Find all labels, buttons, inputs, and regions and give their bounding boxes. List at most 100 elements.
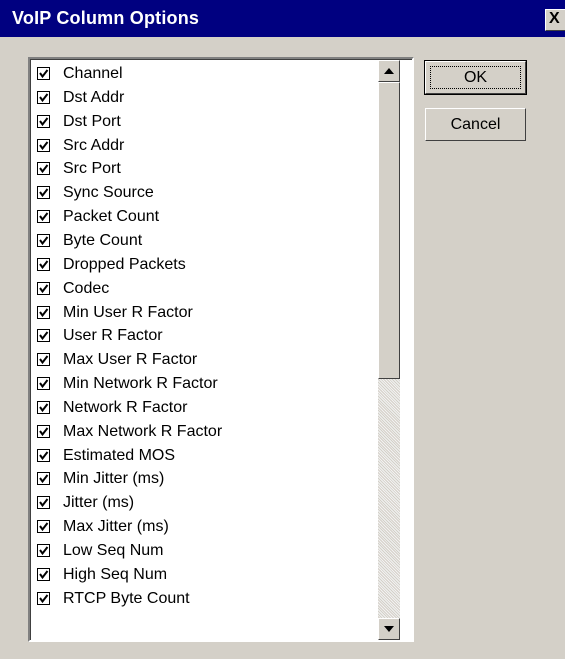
checkmark-icon	[39, 117, 49, 126]
column-option-label: Max User R Factor	[63, 351, 198, 369]
column-option-item[interactable]: High Seq Num	[37, 563, 377, 586]
checkbox[interactable]	[37, 567, 50, 581]
voip-column-options-dialog: VoIP Column Options X Channel Dst Addr Dst…	[0, 0, 565, 659]
column-option-label: Codec	[63, 279, 110, 297]
column-option-item[interactable]: Max User R Factor	[37, 348, 377, 371]
checkbox[interactable]	[37, 424, 50, 438]
column-option-label: Min Network R Factor	[63, 375, 218, 393]
column-option-item[interactable]: Max Jitter (ms)	[37, 515, 377, 538]
checkbox[interactable]	[37, 162, 50, 176]
checkmark-icon	[39, 498, 49, 508]
checkmark-icon	[39, 260, 49, 269]
checkmark-icon	[39, 140, 49, 150]
checkbox[interactable]	[37, 448, 50, 462]
column-option-item[interactable]: Sync Source	[37, 181, 377, 204]
checkmark-icon	[39, 284, 49, 293]
checkbox[interactable]	[37, 90, 50, 104]
checkmark-icon	[39, 522, 49, 532]
column-option-item[interactable]: Src Addr	[37, 134, 377, 157]
checkbox[interactable]	[37, 305, 50, 319]
checkbox[interactable]	[37, 329, 50, 343]
column-option-item[interactable]: User R Factor	[37, 324, 377, 347]
checkbox[interactable]	[37, 520, 50, 534]
scrollbar-thumb[interactable]	[378, 82, 400, 379]
column-option-item[interactable]: Max Network R Factor	[37, 420, 377, 443]
vertical-scrollbar[interactable]	[378, 60, 400, 640]
column-option-label: Channel	[63, 65, 123, 82]
column-option-label: RTCP Byte Count	[63, 589, 190, 607]
arrow-down-icon	[384, 626, 394, 632]
checkbox[interactable]	[37, 114, 50, 128]
checkbox[interactable]	[37, 544, 50, 557]
checkmark-icon	[39, 331, 49, 341]
title-bar[interactable]: VoIP Column Options X	[0, 0, 565, 37]
column-option-label: Dst Addr	[63, 88, 125, 106]
checkmark-icon	[39, 450, 49, 460]
checkbox[interactable]	[37, 472, 50, 486]
column-option-item[interactable]: Dst Addr	[37, 86, 377, 109]
column-option-label: Min User R Factor	[63, 303, 193, 321]
checkmark-icon	[39, 188, 49, 198]
column-option-item[interactable]: Src Port	[37, 157, 377, 180]
column-option-item[interactable]: Min Jitter (ms)	[37, 467, 377, 490]
checkmark-icon	[39, 546, 49, 556]
column-option-label: Min Jitter (ms)	[63, 470, 165, 488]
scroll-down-button[interactable]	[378, 618, 400, 640]
column-option-label: High Seq Num	[63, 565, 168, 583]
scroll-up-button[interactable]	[378, 60, 400, 82]
column-option-item[interactable]: Dropped Packets	[37, 253, 377, 276]
checkmark-icon	[39, 570, 49, 580]
column-option-item[interactable]: Estimated MOS	[37, 444, 377, 467]
column-option-label: Byte Count	[63, 231, 143, 249]
checkbox[interactable]	[37, 591, 50, 605]
column-option-item[interactable]: Byte Count	[37, 229, 377, 252]
close-icon: X	[549, 10, 560, 27]
column-option-item[interactable]: Min User R Factor	[37, 301, 377, 324]
checkbox[interactable]	[37, 210, 50, 224]
checkmark-icon	[39, 379, 49, 389]
checkbox[interactable]	[37, 186, 50, 200]
column-option-label: Max Jitter (ms)	[63, 518, 169, 536]
ok-button[interactable]: OK	[424, 60, 527, 95]
checkbox[interactable]	[37, 353, 50, 367]
column-option-label: Dst Port	[63, 112, 121, 130]
arrow-up-icon	[384, 68, 394, 74]
checkmark-icon	[39, 236, 49, 246]
cancel-button[interactable]: Cancel	[425, 108, 526, 141]
checkmark-icon	[39, 474, 49, 484]
column-option-item[interactable]: Dst Port	[37, 110, 377, 133]
checkbox[interactable]	[37, 496, 50, 510]
column-option-item[interactable]: RTCP Byte Count	[37, 587, 377, 610]
checkmark-icon	[39, 69, 49, 79]
checkbox[interactable]	[37, 281, 50, 295]
checkbox[interactable]	[37, 257, 50, 271]
column-checklist[interactable]: Channel Dst Addr Dst Port Src Addr Src Port S…	[28, 57, 414, 642]
column-option-label: Sync Source	[63, 184, 154, 202]
column-option-item[interactable]: Jitter (ms)	[37, 491, 377, 514]
checkbox[interactable]	[37, 377, 50, 391]
checkmark-icon	[39, 594, 49, 603]
column-option-label: Packet Count	[63, 208, 160, 226]
checkbox[interactable]	[37, 233, 50, 247]
column-option-item[interactable]: Codec	[37, 277, 377, 300]
checkmark-icon	[39, 307, 49, 317]
checkmark-icon	[39, 403, 49, 413]
checkbox[interactable]	[37, 67, 50, 80]
ok-button-label: OK	[463, 69, 488, 86]
checkmark-icon	[39, 164, 49, 174]
checkbox[interactable]	[37, 400, 50, 414]
column-option-label: User R Factor	[63, 327, 163, 345]
column-option-item[interactable]: Min Network R Factor	[37, 372, 377, 395]
column-option-item[interactable]: Channel	[37, 62, 377, 85]
column-option-label: Low Seq Num	[63, 542, 164, 559]
column-option-label: Src Port	[63, 160, 121, 178]
column-option-item[interactable]: Network R Factor	[37, 396, 377, 419]
checkmark-icon	[39, 93, 49, 103]
column-option-item[interactable]: Low Seq Num	[37, 539, 377, 562]
close-button[interactable]: X	[545, 9, 565, 31]
column-option-label: Src Addr	[63, 136, 125, 154]
column-option-item[interactable]: Packet Count	[37, 205, 377, 228]
column-option-label: Max Network R Factor	[63, 422, 223, 440]
checkbox[interactable]	[37, 138, 50, 152]
column-option-label: Network R Factor	[63, 398, 188, 416]
